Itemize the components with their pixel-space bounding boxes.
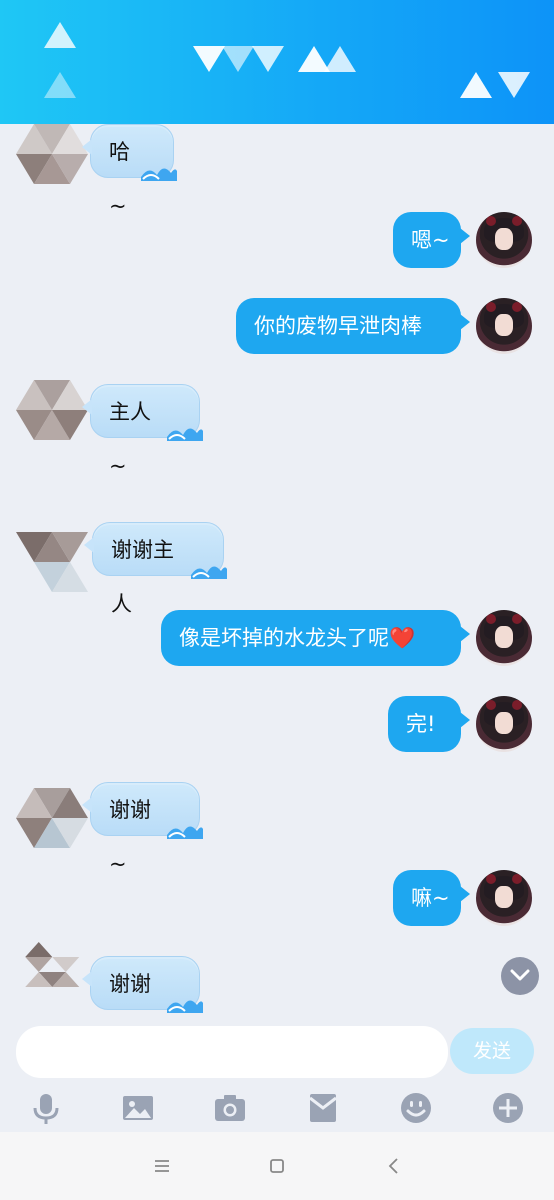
message-bubble-right[interactable]: 完! [388, 696, 470, 752]
message-bubble-right[interactable]: 像是坏掉的水龙头了呢❤️ [161, 610, 470, 666]
chat-list[interactable]: 哈 ~ 嗯~ 你的废物早泄肉棒 主人 ~ 谢谢主人 像是坏掉的水龙头了呢❤️ 完… [0, 124, 554, 1050]
my-avatar[interactable] [476, 298, 532, 354]
message-bubble-right[interactable]: 你的废物早泄肉棒 [236, 298, 470, 354]
message-bubble-right[interactable]: 嘛~ [393, 870, 470, 926]
chat-header [0, 0, 554, 124]
wave-decoration-icon [167, 826, 203, 839]
my-avatar[interactable] [476, 870, 532, 926]
my-avatar[interactable] [476, 610, 532, 666]
wave-decoration-icon [191, 566, 227, 579]
wave-decoration-icon [167, 428, 203, 441]
chevron-down-icon [510, 969, 530, 981]
plus-icon[interactable] [490, 1090, 526, 1126]
header-decoration [252, 46, 284, 72]
red-packet-icon[interactable] [305, 1090, 341, 1126]
message-text: 你的废物早泄肉棒 [254, 314, 422, 338]
header-decoration [44, 72, 76, 98]
contact-avatar[interactable] [16, 380, 90, 440]
header-decoration [324, 46, 356, 72]
home-icon[interactable] [265, 1154, 289, 1178]
my-avatar[interactable] [476, 212, 532, 268]
my-avatar[interactable] [476, 696, 532, 752]
message-bubble-left[interactable]: 谢谢 ~ [82, 782, 203, 876]
image-icon[interactable] [120, 1090, 156, 1126]
wave-decoration-icon [141, 168, 177, 181]
contact-avatar[interactable] [16, 124, 90, 184]
contact-avatar[interactable] [16, 532, 90, 592]
message-bubble-left[interactable]: 主人 ~ [82, 384, 203, 478]
header-decoration [44, 22, 76, 48]
message-bubble-left[interactable]: 哈 ~ [82, 124, 177, 218]
system-navigation-bar [0, 1132, 554, 1200]
back-icon[interactable] [382, 1154, 406, 1178]
emoji-icon[interactable] [398, 1090, 434, 1126]
message-text: 谢谢主人 [111, 538, 174, 616]
message-text: 像是坏掉的水龙头了呢❤️ [179, 626, 416, 650]
message-text: 完! [406, 712, 436, 736]
contact-avatar[interactable] [16, 788, 90, 848]
message-input[interactable] [16, 1026, 448, 1078]
input-toolbar [0, 1082, 554, 1132]
menu-icon[interactable] [150, 1154, 174, 1178]
header-decoration [193, 46, 225, 72]
message-bubble-right[interactable]: 嗯~ [393, 212, 470, 268]
contact-avatar[interactable] [16, 942, 90, 1002]
camera-icon[interactable] [212, 1090, 248, 1126]
message-text: 嗯~ [411, 228, 450, 252]
message-bubble-left[interactable]: 谢谢 ~ [82, 956, 203, 1050]
message-text: 谢谢 ~ [109, 798, 151, 876]
header-decoration [222, 46, 254, 72]
message-text: 哈 ~ [109, 140, 130, 218]
scroll-to-bottom-button[interactable] [501, 957, 539, 995]
input-row: 发送 [0, 1020, 554, 1082]
send-button[interactable]: 发送 [450, 1028, 534, 1074]
wave-decoration-icon [167, 1000, 203, 1013]
microphone-icon[interactable] [28, 1090, 64, 1126]
header-decoration [460, 72, 492, 98]
header-decoration [498, 72, 530, 98]
message-bubble-left[interactable]: 谢谢主人 [84, 522, 227, 616]
message-text: 嘛~ [411, 886, 450, 910]
message-text: 主人 ~ [109, 400, 151, 478]
